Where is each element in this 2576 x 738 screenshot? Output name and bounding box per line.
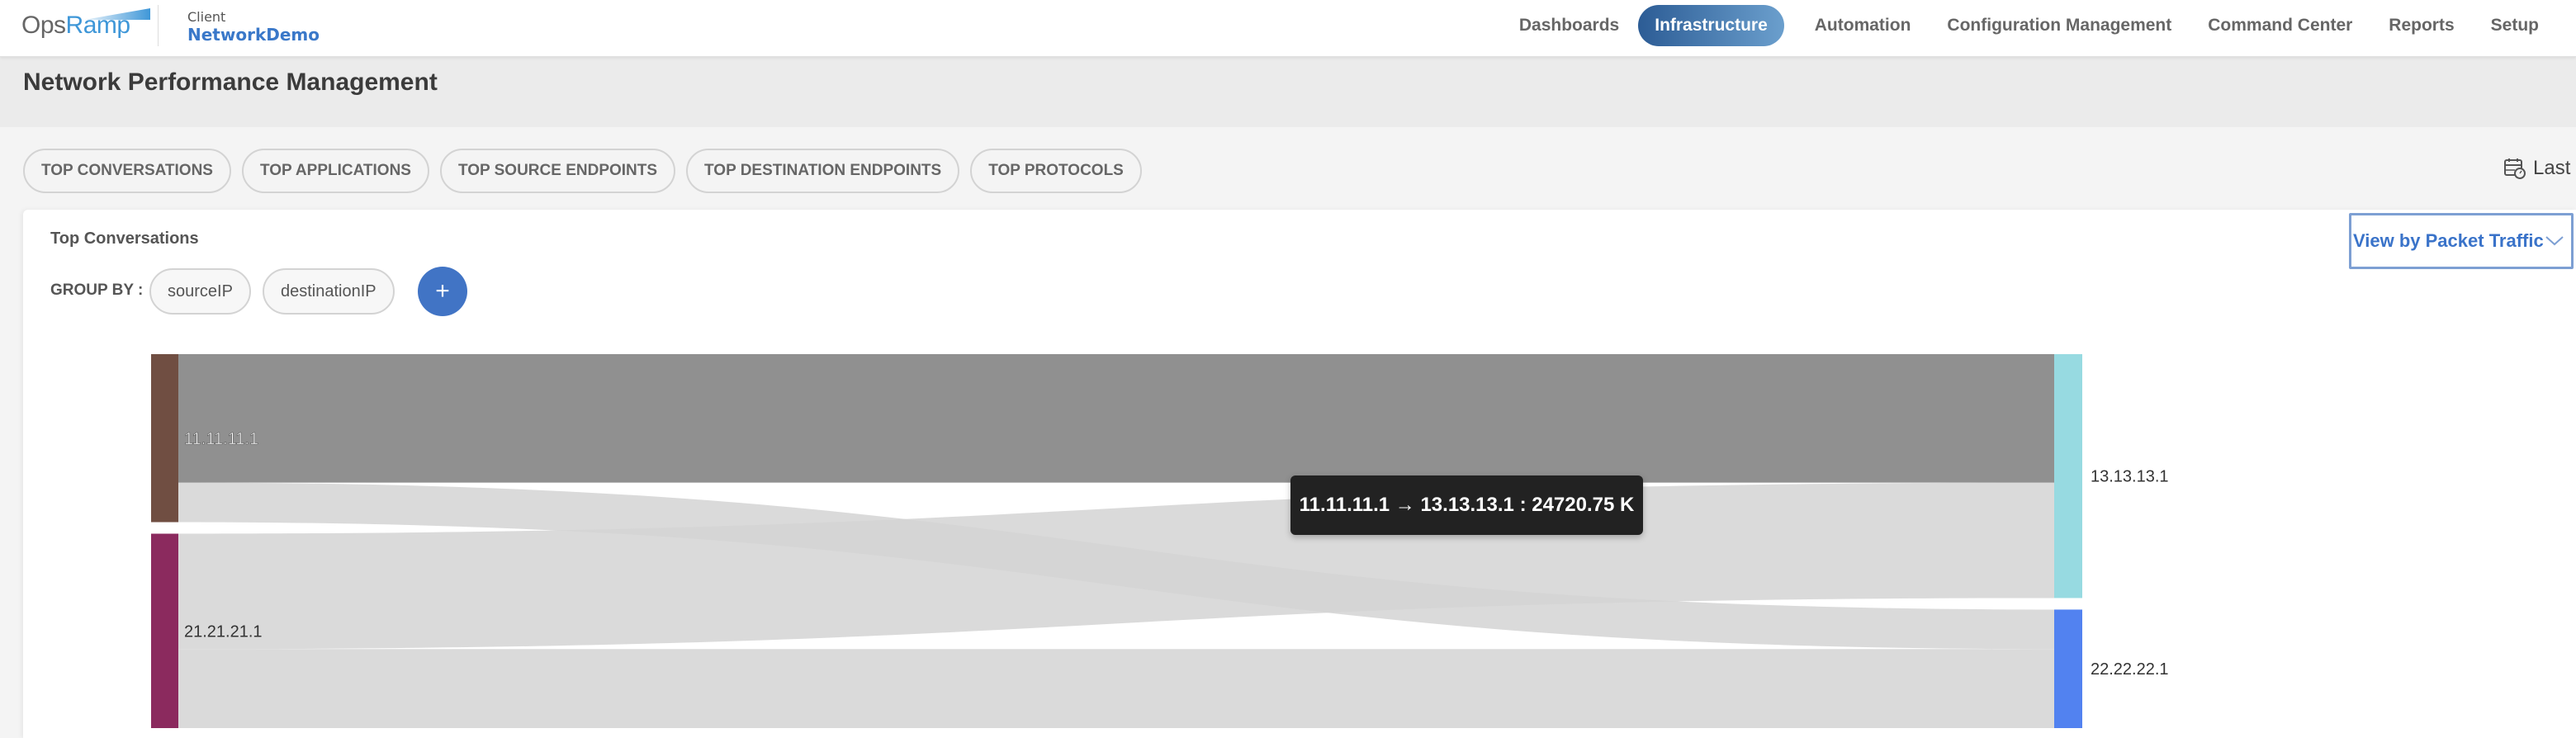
add-group-by-button[interactable]: + [418, 267, 467, 316]
view-by-select[interactable]: View by Packet Traffic [2349, 213, 2574, 269]
sankey-node-11-11-11-1[interactable] [151, 354, 178, 523]
sankey-node-22-22-22-1[interactable] [2054, 609, 2082, 728]
nav-infrastructure[interactable]: Infrastructure [1638, 5, 1784, 46]
sankey-links [178, 354, 2054, 728]
client-label: Client [187, 9, 226, 25]
tab-top-applications[interactable]: TOP APPLICATIONS [241, 149, 429, 193]
link-tooltip: 11.11.11.1 → 13.13.13.1 : 24720.75 K [1290, 475, 1643, 535]
nav-dashboards[interactable]: Dashboards [1517, 5, 1622, 46]
top-header: OpsRamp Client NetworkDemo Dashboards In… [0, 0, 2576, 57]
nav-configuration-management[interactable]: Configuration Management [1944, 5, 2174, 46]
sankey-link-11-11-11-1-to-13-13-13-1[interactable] [178, 354, 2054, 483]
nav-reports[interactable]: Reports [2386, 5, 2456, 46]
chevron-down-icon [2545, 236, 2564, 246]
sankey-node-label: 22.22.22.1 [2091, 660, 2169, 679]
view-by-select-value: View by Packet Traffic [2353, 230, 2544, 251]
group-by-label: GROUP BY : [50, 281, 144, 299]
group-by-chip-destinationip[interactable]: destinationIP [263, 268, 395, 315]
header-divider [158, 5, 159, 46]
opsramp-logo[interactable]: OpsRamp [21, 8, 150, 45]
sankey-link-21-21-21-1-to-22-22-22-1[interactable] [178, 649, 2054, 728]
client-name-link[interactable]: NetworkDemo [187, 25, 320, 45]
tab-top-protocols[interactable]: TOP PROTOCOLS [970, 149, 1142, 193]
sankey-node-label: 11.11.11.1 [184, 430, 258, 448]
calendar-clock-icon [2504, 158, 2526, 179]
logo-text-ops: Ops [21, 12, 66, 39]
date-range-label: Last [2533, 157, 2571, 179]
main-nav: Dashboards Infrastructure Automation Con… [1517, 5, 2576, 46]
group-by-chip-sourceip[interactable]: sourceIP [149, 268, 251, 315]
plus-icon: + [435, 277, 450, 305]
page-title: Network Performance Management [23, 69, 438, 96]
sankey-node-label: 13.13.13.1 [2091, 468, 2169, 486]
nav-automation[interactable]: Automation [1812, 5, 1914, 46]
nav-setup[interactable]: Setup [2488, 5, 2541, 46]
sankey-node-21-21-21-1[interactable] [151, 533, 178, 728]
nav-command-center[interactable]: Command Center [2205, 5, 2355, 46]
card-title: Top Conversations [50, 229, 199, 248]
sankey-node-label: 21.21.21.1 [184, 622, 263, 641]
tab-top-destination-endpoints[interactable]: TOP DESTINATION ENDPOINTS [686, 149, 960, 193]
title-band: Network Performance Management [0, 57, 2576, 127]
tab-top-conversations[interactable]: TOP CONVERSATIONS [23, 149, 231, 193]
sankey-node-13-13-13-1[interactable] [2054, 354, 2082, 598]
date-range-picker[interactable]: Last [2503, 157, 2570, 180]
tab-top-source-endpoints[interactable]: TOP SOURCE ENDPOINTS [439, 149, 676, 193]
report-tabs: TOP CONVERSATIONS TOP APPLICATIONS TOP S… [23, 149, 1153, 193]
